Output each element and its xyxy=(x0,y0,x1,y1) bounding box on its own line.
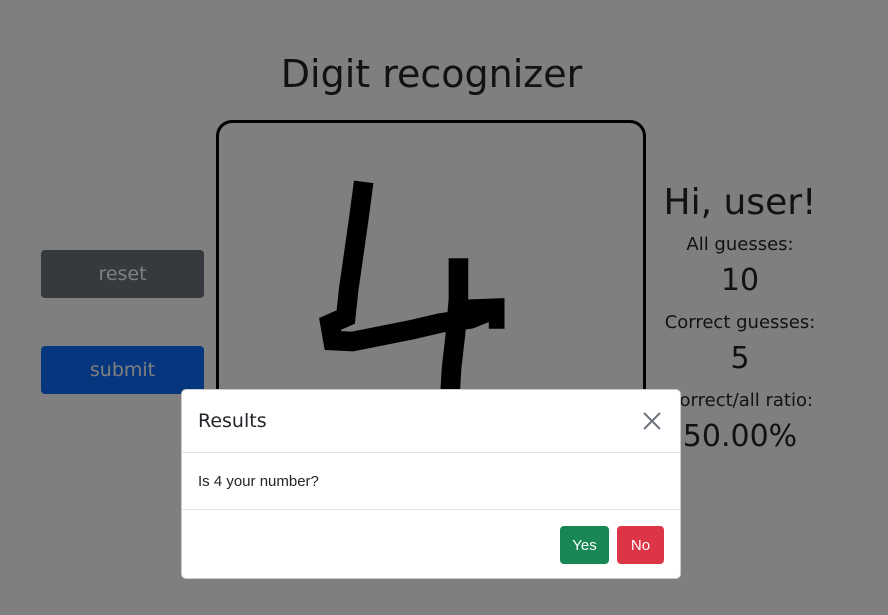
yes-button[interactable]: Yes xyxy=(560,526,609,564)
modal-body: Is 4 your number? xyxy=(182,453,680,510)
results-modal: Results Is 4 your number? Yes No xyxy=(181,389,681,579)
modal-question: Is 4 your number? xyxy=(198,472,319,490)
close-icon[interactable] xyxy=(640,409,664,433)
close-x-icon xyxy=(643,412,661,430)
modal-title: Results xyxy=(198,410,267,432)
modal-header: Results xyxy=(182,390,680,453)
page: Digit recognizer reset submit Hi, user! … xyxy=(0,0,888,615)
no-button[interactable]: No xyxy=(617,526,664,564)
modal-footer: Yes No xyxy=(182,510,680,578)
